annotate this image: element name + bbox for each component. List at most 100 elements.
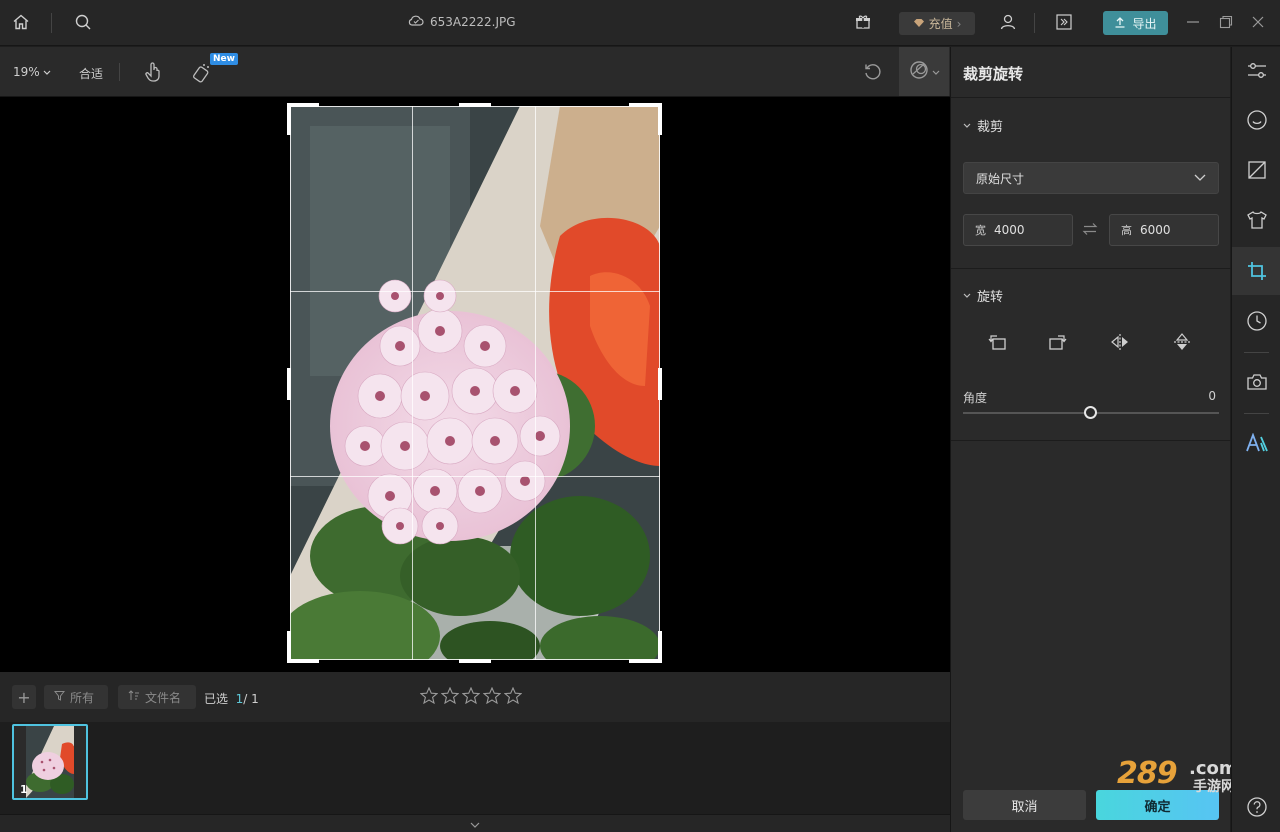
- height-field[interactable]: 高 6000: [1109, 214, 1219, 246]
- star-icon[interactable]: [461, 686, 481, 707]
- star-icon[interactable]: [482, 686, 502, 707]
- chevron-down-icon: [932, 65, 940, 79]
- search-icon[interactable]: [72, 11, 94, 33]
- filter-button[interactable]: 所有: [44, 685, 108, 709]
- minimize-icon[interactable]: [1182, 11, 1204, 33]
- sort-button[interactable]: 文件名: [118, 685, 196, 709]
- chevron-down-icon: [963, 288, 971, 303]
- flip-horizontal-icon[interactable]: [1108, 330, 1132, 354]
- recharge-label: 充值: [928, 17, 953, 31]
- watermark-sub: 手游网: [1193, 779, 1235, 795]
- divider: [951, 440, 1231, 441]
- user-icon[interactable]: [997, 11, 1019, 33]
- divider: [51, 13, 52, 33]
- chevron-down-icon: [1194, 171, 1206, 185]
- image-canvas[interactable]: [0, 97, 950, 672]
- panel-title: 裁剪旋转: [963, 65, 1024, 83]
- crop-handle-top[interactable]: [459, 103, 491, 107]
- crop-icon[interactable]: [1232, 247, 1280, 295]
- crop-section-header[interactable]: 裁剪: [963, 116, 1003, 135]
- undo-icon[interactable]: [863, 62, 883, 85]
- close-icon[interactable]: [1247, 11, 1269, 33]
- rating-stars[interactable]: [419, 686, 523, 707]
- home-icon[interactable]: [10, 11, 32, 33]
- filmstrip-collapse-bar[interactable]: [0, 814, 950, 832]
- help-icon[interactable]: [1232, 783, 1280, 831]
- crop-handle-top-left[interactable]: [287, 103, 291, 135]
- title-bar: 653A2222.JPG 充值 › 导出: [0, 0, 1280, 46]
- crop-handle-left[interactable]: [287, 368, 291, 400]
- angle-label: 角度: [963, 391, 988, 405]
- divider: [951, 97, 1231, 98]
- tone-curve-icon[interactable]: [1232, 146, 1280, 194]
- camera-icon[interactable]: [1232, 358, 1280, 406]
- selected-label: 已选: [204, 692, 229, 706]
- swap-dimensions-icon[interactable]: [1082, 222, 1098, 239]
- aspect-ratio-value: 原始尺寸: [976, 171, 1025, 186]
- ai-icon[interactable]: [1232, 419, 1280, 467]
- upload-icon: [1114, 16, 1126, 31]
- cancel-button[interactable]: 取消: [963, 790, 1086, 820]
- recharge-button[interactable]: 充值 ›: [899, 12, 975, 35]
- selection-count: 已选 1/ 1: [204, 690, 259, 707]
- fit-button[interactable]: 合适: [79, 65, 103, 82]
- restore-icon[interactable]: [1215, 11, 1237, 33]
- chevron-down-icon[interactable]: [470, 817, 480, 831]
- divider: [1244, 413, 1269, 414]
- crop-frame[interactable]: [290, 106, 660, 660]
- cloud-icon: [408, 13, 424, 30]
- divider: [1034, 13, 1035, 33]
- crop-handle-bottom[interactable]: [459, 659, 491, 663]
- crop-section-label: 裁剪: [977, 120, 1004, 135]
- star-icon[interactable]: [503, 686, 523, 707]
- zoom-dropdown[interactable]: 19%: [13, 65, 51, 79]
- tool-rail: [1231, 47, 1280, 832]
- adjust-sliders-icon[interactable]: [1232, 47, 1280, 95]
- compare-toggle[interactable]: [899, 47, 949, 96]
- diamond-icon: [913, 17, 925, 31]
- gift-icon[interactable]: [852, 11, 874, 33]
- crop-handle-right[interactable]: [658, 368, 662, 400]
- crop-handle-top-right[interactable]: [658, 103, 662, 135]
- collapse-panel-icon[interactable]: [1053, 11, 1075, 33]
- export-button[interactable]: 导出: [1103, 11, 1168, 35]
- flip-vertical-icon[interactable]: [1170, 330, 1194, 354]
- star-icon[interactable]: [419, 686, 439, 707]
- export-label: 导出: [1132, 16, 1157, 31]
- filmstrip: 1: [0, 722, 950, 814]
- crop-handle-top-left[interactable]: [287, 103, 319, 107]
- rotate-section-label: 旋转: [977, 290, 1004, 305]
- rotate-right-icon[interactable]: [1046, 330, 1070, 354]
- history-icon[interactable]: [1232, 297, 1280, 345]
- rotate-left-icon[interactable]: [985, 330, 1009, 354]
- compare-icon: [908, 59, 930, 84]
- hand-tool-icon[interactable]: [143, 61, 163, 86]
- angle-slider-thumb[interactable]: [1084, 406, 1097, 419]
- selected-total: / 1: [243, 692, 259, 706]
- angle-value: 0: [1208, 389, 1216, 403]
- crop-handle-bottom-left[interactable]: [287, 659, 319, 663]
- face-icon[interactable]: [1232, 96, 1280, 144]
- star-icon[interactable]: [440, 686, 460, 707]
- new-badge: New: [210, 53, 238, 65]
- aspect-ratio-dropdown[interactable]: 原始尺寸: [963, 162, 1219, 194]
- height-value[interactable]: 6000: [1140, 223, 1171, 237]
- crop-handle-bottom-left[interactable]: [287, 631, 291, 663]
- editor-toolbar: 19% 合适 New: [0, 47, 950, 97]
- rotate-section-header[interactable]: 旋转: [963, 286, 1003, 305]
- divider: [951, 268, 1231, 269]
- file-name: 653A2222.JPG: [430, 14, 516, 29]
- width-label: 宽: [975, 224, 986, 237]
- sort-label: 文件名: [145, 690, 182, 705]
- thumbnail-index: 1: [20, 783, 28, 796]
- divider: [119, 63, 120, 81]
- crop-handle-bottom-right[interactable]: [658, 631, 662, 663]
- divider: [1244, 352, 1269, 353]
- add-photo-button[interactable]: +: [12, 685, 36, 709]
- width-value[interactable]: 4000: [994, 223, 1025, 237]
- width-field[interactable]: 宽 4000: [963, 214, 1073, 246]
- thumbnail[interactable]: 1: [12, 724, 88, 800]
- clothing-icon[interactable]: [1232, 196, 1280, 244]
- chevron-right-icon: ›: [956, 16, 962, 31]
- filter-label: 所有: [70, 690, 95, 705]
